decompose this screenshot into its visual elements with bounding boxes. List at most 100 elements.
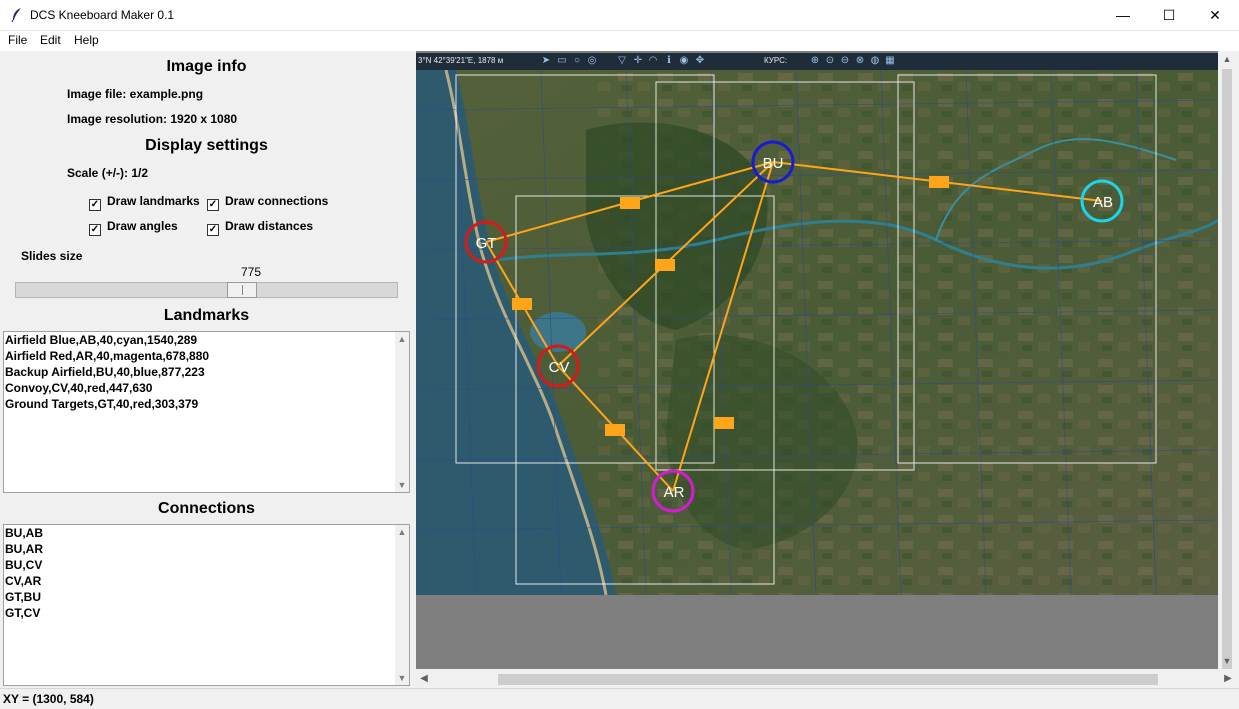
course-label: КУРС: [764,56,788,65]
scroll-left-icon[interactable]: ◀ [416,671,432,687]
app-window: DCS Kneeboard Maker 0.1 — ☐ ✕ File Edit … [0,0,1239,709]
draw-angles-checkbox[interactable]: ✓ Draw angles [89,219,178,236]
list-item[interactable]: Convoy,CV,40,red,447,630 [4,380,409,396]
slides-size-label: Slides size [21,249,83,263]
maximize-icon: ☐ [1162,7,1176,23]
landmarks-heading: Landmarks [163,307,250,324]
scroll-right-icon[interactable]: ▶ [1220,671,1236,687]
scale-line: Scale (+/-): 1/2 [67,166,149,180]
map-view: 3°N 42°39'21"E, 1878 м ➤ ▭ ○ ◎ ▽ ✛ ◠ ℹ ◉… [416,51,1239,688]
scroll-down-icon[interactable]: ▼ [395,478,409,492]
checkbox-label: Draw angles [107,219,178,233]
filter-icon: ▽ [618,55,626,66]
scroll-down-icon[interactable]: ▼ [395,671,409,685]
eye-icon: ◉ [679,55,689,66]
map-toolbar: 3°N 42°39'21"E, 1878 м ➤ ▭ ○ ◎ ▽ ✛ ◠ ℹ ◉… [416,53,1218,70]
target-icon: ✛ [633,55,643,66]
menu-help[interactable]: Help [74,33,99,47]
list-item[interactable]: Airfield Blue,AB,40,cyan,1540,289 [4,332,409,348]
globe-icon: ◍ [870,55,880,66]
close-button[interactable]: ✕ [1192,0,1238,31]
list-item[interactable]: BU,CV [4,557,409,573]
window-title: DCS Kneeboard Maker 0.1 [30,8,175,22]
connections-heading: Connections [158,500,255,517]
distance-label [655,259,675,271]
draw-distances-checkbox[interactable]: ✓ Draw distances [207,219,314,236]
list-item[interactable]: GT,BU [4,589,409,605]
landmarks-scrollbar[interactable]: ▲ ▼ [395,332,409,492]
list-item[interactable]: Ground Targets,GT,40,red,303,379 [4,396,409,412]
distance-label [714,417,734,429]
slides-size-slider[interactable] [15,282,398,298]
layers-icon: ◎ [587,55,597,66]
distance-label [620,197,640,209]
maximize-button[interactable]: ☐ [1146,0,1192,31]
scroll-up-icon[interactable]: ▲ [1218,51,1236,67]
connections-list[interactable]: BU,AB BU,AR BU,CV CV,AR GT,BU GT,CV ▲ ▼ [3,524,410,686]
checkbox-box[interactable]: ✓ [89,199,101,211]
checkbox-label: Draw distances [225,219,314,233]
move-icon: ✥ [695,55,705,66]
scroll-up-icon[interactable]: ▲ [395,332,409,346]
close-icon: ✕ [1209,7,1221,23]
landmarks-list[interactable]: Airfield Blue,AB,40,cyan,1540,289 Airfie… [3,331,410,493]
menu-file[interactable]: File [8,33,27,47]
display-settings-heading: Display settings [145,137,268,154]
map-canvas[interactable]: 3°N 42°39'21"E, 1878 м ➤ ▭ ○ ◎ ▽ ✛ ◠ ℹ ◉… [416,51,1218,669]
menu-bar: File Edit Help [0,31,1239,51]
zoom-reset-icon: ⊙ [825,55,835,66]
check-icon: ✓ [208,224,218,235]
settings-panel: Image info Image file: example.png Image… [0,51,413,688]
scrollbar-thumb[interactable] [1222,69,1232,669]
connections-scrollbar[interactable]: ▲ ▼ [395,525,409,685]
map-coordinates: 3°N 42°39'21"E, 1878 м [418,56,504,65]
landmark-label-ab: AB [1093,194,1113,211]
feather-icon [10,7,24,23]
map-horizontal-scrollbar[interactable]: ◀ ▶ [416,671,1236,687]
list-item[interactable]: CV,AR [4,573,409,589]
checkbox-box[interactable]: ✓ [207,199,219,211]
slider-thumb[interactable] [227,282,257,298]
zoom-fit-icon: ⊗ [855,55,865,66]
list-item[interactable]: Airfield Red,AR,40,magenta,678,880 [4,348,409,364]
minimize-icon: — [1116,7,1130,23]
cursor-position: XY = (1300, 584) [3,692,94,706]
scroll-down-icon[interactable]: ▼ [1218,653,1236,669]
zoom-out-icon: ⊖ [840,55,850,66]
info-icon: ℹ [667,55,671,66]
zoom-in-icon: ⊕ [810,55,820,66]
signal-icon: ◠ [648,55,658,66]
list-item[interactable]: GT,CV [4,605,409,621]
landmark-label-gt: GT [476,235,497,252]
scrollbar-thumb[interactable] [498,674,1158,685]
checkbox-box[interactable]: ✓ [207,224,219,236]
image-file-line: Image file: example.png [67,87,204,101]
title-bar: DCS Kneeboard Maker 0.1 — ☐ ✕ [0,0,1239,31]
cursor-icon: ➤ [541,55,551,66]
circle-icon: ○ [573,55,581,66]
list-item[interactable]: BU,AR [4,541,409,557]
landmark-label-bu: BU [763,155,784,172]
menu-edit[interactable]: Edit [40,33,61,47]
check-icon: ✓ [90,199,100,210]
checkbox-label: Draw landmarks [107,194,200,208]
checkbox-label: Draw connections [225,194,329,208]
distance-label [929,176,949,188]
list-item[interactable]: BU,AB [4,525,409,541]
draw-landmarks-checkbox[interactable]: ✓ Draw landmarks [89,194,200,211]
scroll-up-icon[interactable]: ▲ [395,525,409,539]
grid-icon: ▦ [885,55,895,66]
status-bar: XY = (1300, 584) [0,688,1239,709]
distance-label [605,424,625,436]
draw-connections-checkbox[interactable]: ✓ Draw connections [207,194,329,211]
image-info-heading: Image info [166,58,247,75]
distance-label [512,298,532,310]
minimize-button[interactable]: — [1100,0,1146,31]
check-icon: ✓ [90,224,100,235]
map-image[interactable]: AB AR BU CV GT [416,70,1218,595]
map-vertical-scrollbar[interactable]: ▲ ▼ [1218,51,1236,669]
landmark-label-cv: CV [549,359,570,376]
checkbox-box[interactable]: ✓ [89,224,101,236]
landmark-label-ar: AR [664,484,685,501]
list-item[interactable]: Backup Airfield,BU,40,blue,877,223 [4,364,409,380]
